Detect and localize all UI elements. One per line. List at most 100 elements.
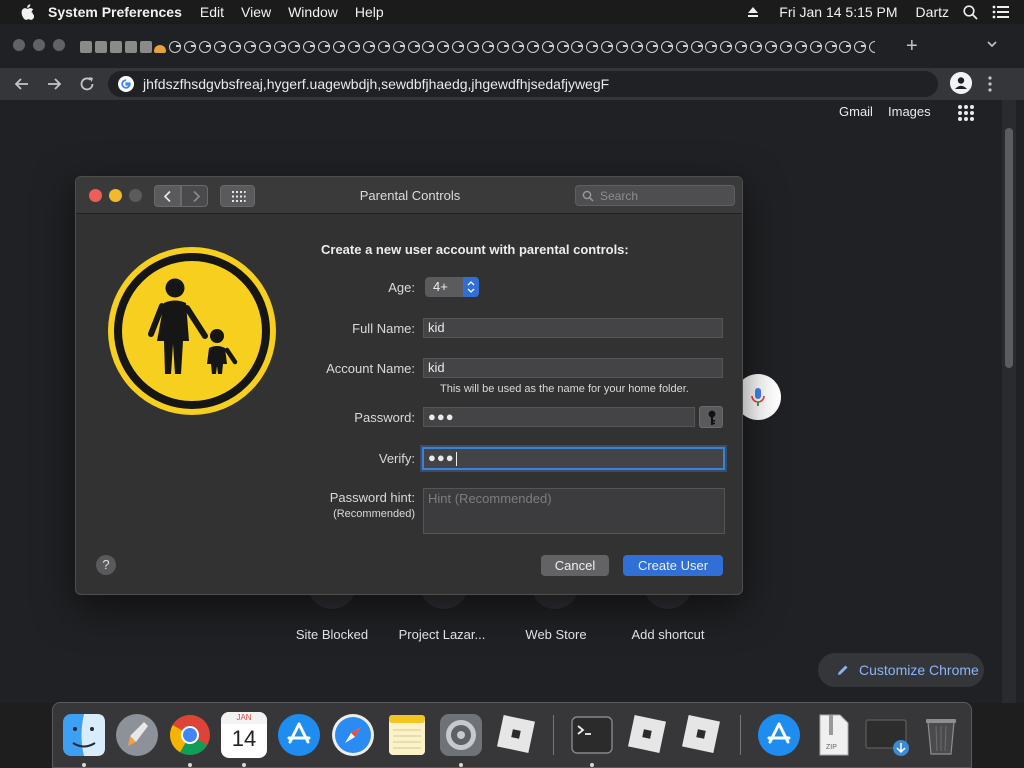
tab-favicon-google[interactable]: [690, 41, 703, 53]
new-tab-button[interactable]: +: [906, 35, 918, 58]
tab-favicon-google[interactable]: [586, 41, 599, 53]
tab-favicon-google[interactable]: [541, 41, 554, 53]
window-minimize-dot[interactable]: [33, 39, 45, 51]
window-zoom-dot[interactable]: [53, 39, 65, 51]
tab-favicon-google[interactable]: [452, 41, 465, 53]
tab-favicon-google[interactable]: [511, 41, 524, 53]
tab-favicon-google[interactable]: [482, 41, 495, 53]
menubar-user[interactable]: Dartz: [916, 4, 949, 20]
shortcut-label-add[interactable]: Add shortcut: [613, 627, 723, 642]
tab-favicon-google[interactable]: [288, 41, 301, 53]
account-name-field[interactable]: kid: [423, 358, 723, 378]
tab-favicon[interactable]: [154, 45, 167, 53]
tab-favicon-google[interactable]: [243, 41, 256, 53]
page-scrollbar-thumb[interactable]: [1005, 128, 1013, 368]
downloads-stack-icon[interactable]: [864, 712, 910, 758]
trash-icon[interactable]: [918, 712, 964, 758]
roblox-icon[interactable]: [492, 712, 538, 758]
browser-menu-icon[interactable]: [988, 76, 992, 92]
images-link[interactable]: Images: [888, 104, 931, 119]
roblox-player-icon[interactable]: [677, 712, 723, 758]
menubar-clock[interactable]: Fri Jan 14 5:15 PM: [779, 4, 897, 20]
tab-favicon-google[interactable]: [422, 41, 435, 53]
google-apps-grid-icon[interactable]: [957, 104, 975, 122]
eject-icon[interactable]: [747, 6, 759, 18]
fullname-field[interactable]: kid: [423, 318, 723, 338]
launchpad-icon[interactable]: [114, 712, 160, 758]
create-user-button[interactable]: Create User: [623, 555, 723, 576]
safari-icon[interactable]: [330, 712, 376, 758]
age-stepper[interactable]: [463, 277, 479, 297]
system-preferences-icon[interactable]: [438, 712, 484, 758]
tab-favicon-google[interactable]: [794, 41, 807, 53]
tab-search-chevron-icon[interactable]: [986, 38, 998, 50]
tab-favicon-google[interactable]: [809, 41, 822, 53]
tab-favicon-google[interactable]: [437, 41, 450, 53]
back-arrow-icon[interactable]: [12, 74, 32, 94]
reload-icon[interactable]: [77, 74, 97, 94]
password-hint-field[interactable]: Hint (Recommended): [423, 488, 725, 534]
tab-favicon-google[interactable]: [377, 41, 390, 53]
preferences-search-field[interactable]: Search: [575, 185, 735, 206]
shortcut-label-project[interactable]: Project Lazar...: [387, 627, 497, 642]
tab-favicon[interactable]: [139, 41, 152, 53]
shortcut-label-site-blocked[interactable]: Site Blocked: [277, 627, 387, 642]
tab-favicon-google[interactable]: [362, 41, 375, 53]
tab-favicon-google[interactable]: [616, 41, 629, 53]
tab-favicon-google[interactable]: [333, 41, 346, 53]
tab-favicon-google[interactable]: [675, 41, 688, 53]
forward-arrow-icon[interactable]: [44, 74, 64, 94]
password-assistant-button[interactable]: [699, 406, 723, 428]
cancel-button[interactable]: Cancel: [541, 555, 609, 576]
app-name-menu[interactable]: System Preferences: [48, 4, 182, 20]
tab-favicon-google[interactable]: [184, 41, 197, 53]
tab-favicon-google[interactable]: [779, 41, 792, 53]
menu-view[interactable]: View: [241, 4, 271, 20]
tab-favicon[interactable]: [124, 41, 137, 53]
tab-favicon[interactable]: [109, 41, 122, 53]
notification-center-icon[interactable]: [992, 5, 1010, 19]
tab-favicon-google[interactable]: [839, 41, 852, 53]
tab-favicon-google[interactable]: [720, 41, 733, 53]
age-popup[interactable]: 4+: [425, 277, 479, 297]
password-field[interactable]: ●●●: [423, 407, 695, 427]
tab-favicon-google[interactable]: [348, 41, 361, 53]
tab-favicon-google[interactable]: [318, 41, 331, 53]
apple-menu-icon[interactable]: [20, 4, 34, 20]
tab-favicon-google[interactable]: [645, 41, 658, 53]
tab-favicon-google[interactable]: [705, 41, 718, 53]
tab-favicon-google[interactable]: [467, 41, 480, 53]
tab-favicon-google[interactable]: [556, 41, 569, 53]
tab-favicon-google[interactable]: [526, 41, 539, 53]
tab-favicons[interactable]: [80, 38, 875, 56]
tab-favicon-google[interactable]: [228, 41, 241, 53]
gmail-link[interactable]: Gmail: [839, 104, 873, 119]
customize-chrome-button[interactable]: Customize Chrome: [818, 653, 984, 687]
tab-favicon-google[interactable]: [854, 41, 867, 53]
address-bar[interactable]: jhfdszfhsdgvbsfreaj,hygerf.uagewbdjh,sew…: [108, 71, 938, 97]
tab-favicon-google[interactable]: [303, 41, 316, 53]
tab-favicon-google[interactable]: [869, 41, 875, 53]
menu-window[interactable]: Window: [288, 4, 338, 20]
tab-favicon-google[interactable]: [764, 41, 777, 53]
tab-favicon-google[interactable]: [735, 41, 748, 53]
tab-favicon[interactable]: [94, 41, 107, 53]
tab-favicon-google[interactable]: [824, 41, 837, 53]
tab-favicon-google[interactable]: [258, 41, 271, 53]
help-button[interactable]: ?: [96, 555, 116, 575]
menu-help[interactable]: Help: [355, 4, 384, 20]
calendar-icon[interactable]: JAN 14: [221, 712, 267, 758]
notes-icon[interactable]: [384, 712, 430, 758]
tab-favicon-google[interactable]: [392, 41, 405, 53]
tab-favicon-google[interactable]: [750, 41, 763, 53]
tab-favicon-google[interactable]: [601, 41, 614, 53]
app-store-icon[interactable]: [276, 712, 322, 758]
roblox-studio-icon[interactable]: [623, 712, 669, 758]
app-store-downloads-icon[interactable]: [756, 712, 802, 758]
tab-favicon-google[interactable]: [273, 41, 286, 53]
tab-favicon-google[interactable]: [169, 41, 182, 53]
window-close-dot[interactable]: [13, 39, 25, 51]
verify-field[interactable]: ●●●: [422, 447, 725, 470]
shortcut-label-web-store[interactable]: Web Store: [501, 627, 611, 642]
tab-favicon-google[interactable]: [199, 41, 212, 53]
